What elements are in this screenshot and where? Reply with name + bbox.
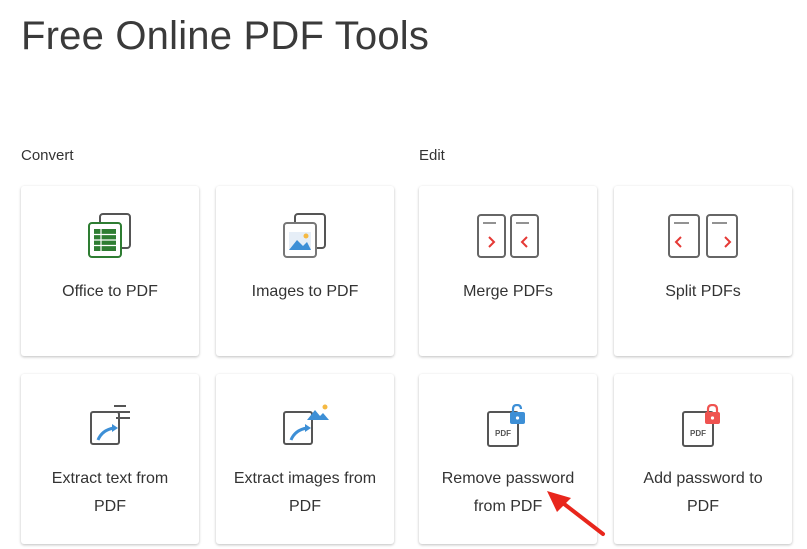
lock-pdf-icon: PDF (680, 403, 726, 453)
page-title: Free Online PDF Tools (21, 14, 430, 58)
tool-label-line2: from PDF (473, 498, 543, 515)
merge-icon (476, 213, 540, 266)
tool-card-office-to-pdf[interactable]: Office to PDF (21, 186, 199, 356)
tool-card-split-pdfs[interactable]: Split PDFs (614, 186, 792, 356)
tool-card-images-to-pdf[interactable]: Images to PDF (216, 186, 394, 356)
tool-label-merge-pdfs: Merge PDFs (463, 283, 553, 300)
tool-card-remove-password[interactable]: PDF Remove password from PDF (419, 374, 597, 544)
pdf-badge-text: PDF (495, 429, 511, 438)
tool-label-line2: PDF (94, 498, 126, 515)
unlock-pdf-icon: PDF (485, 403, 531, 453)
tool-label-split-pdfs: Split PDFs (665, 283, 741, 300)
tool-label-line2: PDF (687, 498, 719, 515)
tool-label-add-password: Add password to PDF (622, 465, 784, 521)
tool-label-line1: Remove password (441, 470, 575, 487)
tool-label-images-to-pdf: Images to PDF (251, 283, 359, 300)
tool-card-add-password[interactable]: PDF Add password to PDF (614, 374, 792, 544)
tool-label-extract-images: Extract images from PDF (224, 465, 386, 521)
tool-card-extract-images[interactable]: Extract images from PDF (216, 374, 394, 544)
spreadsheet-icon (84, 213, 136, 266)
tool-card-extract-text[interactable]: Extract text from PDF (21, 374, 199, 544)
pdf-badge-text: PDF (690, 429, 706, 438)
tool-label-line1: Add password to (643, 470, 763, 487)
tool-label-line1: Extract text from (51, 470, 169, 487)
section-label-edit: Edit (419, 147, 445, 164)
extract-text-icon (86, 404, 134, 453)
extract-images-icon (279, 404, 331, 453)
tool-label-extract-text: Extract text from PDF (29, 465, 191, 521)
split-icon (667, 213, 739, 266)
image-icon (279, 213, 331, 266)
pdf-tools-page: Free Online PDF Tools Convert Edit Offic… (0, 0, 807, 549)
tool-label-office-to-pdf: Office to PDF (62, 283, 158, 300)
section-label-convert: Convert (21, 147, 74, 164)
tool-label-line1: Extract images from (233, 470, 377, 487)
tool-label-remove-password: Remove password from PDF (427, 465, 589, 521)
tool-label-line2: PDF (289, 498, 321, 515)
tool-card-merge-pdfs[interactable]: Merge PDFs (419, 186, 597, 356)
